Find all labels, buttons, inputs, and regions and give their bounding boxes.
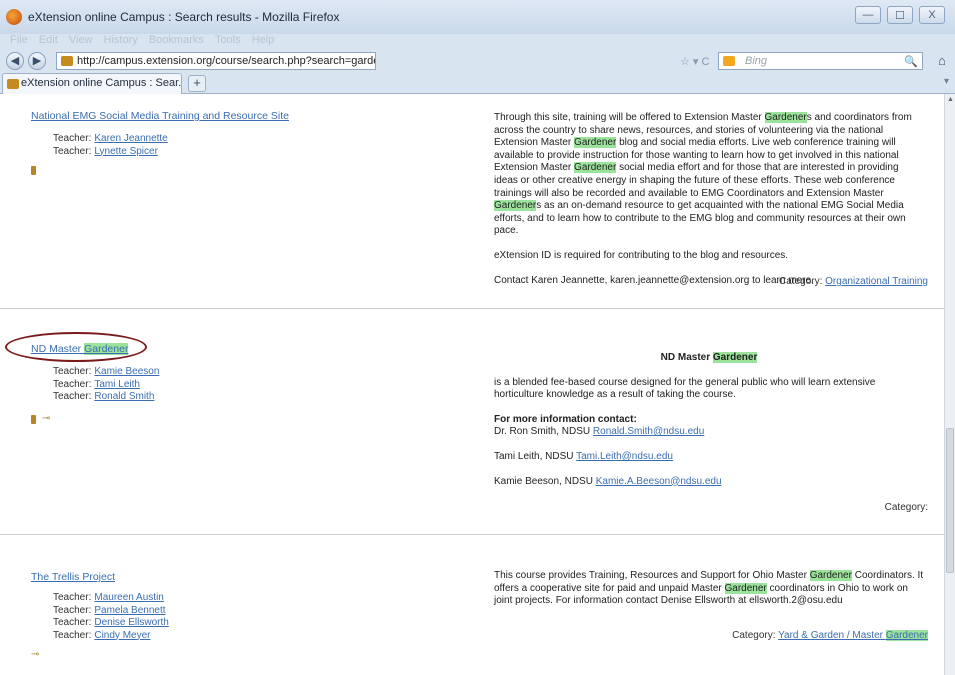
teacher-link[interactable]: Tami Leith bbox=[94, 379, 140, 390]
description-heading: ND Master Gardener bbox=[660, 352, 758, 363]
teacher-link[interactable]: Lynette Spicer bbox=[94, 146, 158, 157]
title-bar: eXtension online Campus : Search results… bbox=[0, 0, 955, 34]
contact-heading: For more information contact: bbox=[494, 413, 637, 425]
teacher-row: Teacher: Denise Ellsworth bbox=[53, 617, 169, 628]
course-title-link[interactable]: National EMG Social Media Training and R… bbox=[31, 110, 289, 122]
new-tab-button[interactable]: + bbox=[188, 75, 206, 92]
guest-access-icon bbox=[31, 166, 36, 175]
divider bbox=[0, 534, 944, 535]
firefox-icon bbox=[6, 9, 22, 25]
menu-tools[interactable]: Tools bbox=[215, 34, 241, 46]
menu-help[interactable]: Help bbox=[252, 34, 275, 46]
menu-bar: File Edit View History Bookmarks Tools H… bbox=[0, 34, 955, 50]
close-button[interactable]: X bbox=[919, 6, 945, 24]
guest-access-icon bbox=[31, 414, 36, 424]
site-favicon-icon bbox=[61, 56, 73, 66]
forward-button[interactable]: ▶ bbox=[28, 52, 46, 70]
key-icon: ⊸ bbox=[42, 413, 51, 424]
description-paragraph: This course provides Training, Resources… bbox=[494, 570, 924, 607]
course-access-icons: ⊸ bbox=[31, 650, 39, 660]
course-access-icons: ⊸ bbox=[31, 414, 50, 424]
course-category: Category: Organizational Training bbox=[779, 276, 928, 287]
email-link[interactable]: Tami.Leith@ndsu.edu bbox=[576, 451, 673, 462]
window-title: eXtension online Campus : Search results… bbox=[28, 10, 340, 24]
teacher-link[interactable]: Pamela Bennett bbox=[94, 605, 165, 616]
description-summary: is a blended fee-based course designed f… bbox=[494, 376, 876, 401]
tab-search-results[interactable]: eXtension online Campus : Sear... bbox=[2, 73, 182, 94]
teacher-row: Teacher: Tami Leith bbox=[53, 378, 140, 390]
teacher-link[interactable]: Kamie Beeson bbox=[94, 366, 159, 377]
teacher-row: Teacher: Ronald Smith bbox=[53, 391, 155, 402]
search-placeholder: Bing bbox=[745, 55, 768, 67]
teacher-row: Teacher: Pamela Bennett bbox=[53, 604, 166, 616]
navigation-bar: ◀ ▶ http://campus.extension.org/course/s… bbox=[0, 50, 955, 72]
teacher-row: Teacher: Lynette Spicer bbox=[53, 146, 168, 159]
email-link[interactable]: Ronald.Smith@ndsu.edu bbox=[593, 426, 704, 437]
contact-row: Dr. Ron Smith, NDSU Ronald.Smith@ndsu.ed… bbox=[494, 426, 705, 438]
description-note: eXtension ID is required for contributin… bbox=[494, 249, 789, 261]
search-icon[interactable]: 🔍 bbox=[904, 54, 918, 70]
home-icon[interactable]: ⌂ bbox=[938, 53, 946, 68]
course-category: Category: Yard & Garden / Master Gardene… bbox=[732, 630, 928, 641]
back-button[interactable]: ◀ bbox=[6, 52, 24, 70]
tab-bar: eXtension online Campus : Sear... + ▾ bbox=[0, 72, 955, 94]
category-link[interactable]: Yard & Garden / Master Gardener bbox=[778, 630, 928, 641]
teacher-label: Teacher: bbox=[53, 145, 92, 157]
teacher-list: Teacher: Maureen Austin Teacher: Pamela Be… bbox=[53, 592, 169, 642]
teacher-link[interactable]: Karen Jeannette bbox=[94, 133, 167, 144]
divider bbox=[0, 308, 944, 309]
teacher-link[interactable]: Denise Ellsworth bbox=[94, 617, 168, 628]
teacher-row: Teacher: Kamie Beeson bbox=[53, 366, 160, 377]
url-bar[interactable]: http://campus.extension.org/course/searc… bbox=[56, 52, 376, 70]
tab-label: eXtension online Campus : Sear... bbox=[21, 77, 182, 89]
teacher-row: Teacher: Karen Jeannette bbox=[53, 133, 168, 146]
maximize-button[interactable]: ☐ bbox=[887, 6, 913, 24]
menu-history[interactable]: History bbox=[104, 34, 138, 46]
scroll-up-arrow-icon[interactable]: ▲ bbox=[945, 94, 955, 106]
contact-row: Tami Leith, NDSU Tami.Leith@ndsu.edu bbox=[494, 450, 673, 462]
menu-bookmarks[interactable]: Bookmarks bbox=[149, 34, 204, 46]
course-access-icons bbox=[31, 166, 36, 175]
scroll-thumb[interactable] bbox=[946, 428, 954, 573]
tab-list-chevron-icon[interactable]: ▾ bbox=[944, 76, 949, 87]
menu-edit[interactable]: Edit bbox=[39, 34, 58, 46]
category-link[interactable]: Organizational Training bbox=[825, 276, 928, 287]
page-content: National EMG Social Media Training and R… bbox=[0, 94, 944, 675]
key-icon: ⊸ bbox=[31, 649, 40, 660]
description-paragraph: Through this site, training will be offe… bbox=[494, 112, 912, 237]
menu-view[interactable]: View bbox=[69, 34, 93, 46]
course-category: Category: bbox=[884, 502, 928, 513]
email-link[interactable]: Kamie.A.Beeson@ndsu.edu bbox=[596, 476, 722, 487]
search-input[interactable]: Bing 🔍 bbox=[718, 52, 923, 70]
window-controls: — ☐ X bbox=[855, 6, 945, 24]
teacher-link[interactable]: Maureen Austin bbox=[94, 592, 164, 603]
reload-controls[interactable]: ☆ ▾ C bbox=[680, 55, 709, 68]
url-text: http://campus.extension.org/course/searc… bbox=[77, 55, 376, 67]
contact-row: Kamie Beeson, NDSU Kamie.A.Beeson@ndsu.e… bbox=[494, 475, 722, 487]
teacher-list: Teacher: Karen Jeannette Teacher: Lynette … bbox=[53, 133, 168, 158]
menu-file[interactable]: File bbox=[10, 34, 28, 46]
teacher-link[interactable]: Cindy Meyer bbox=[94, 630, 150, 641]
minimize-button[interactable]: — bbox=[855, 6, 881, 24]
course-description: This course provides Training, Resources… bbox=[494, 570, 924, 620]
tab-favicon-icon bbox=[7, 79, 19, 89]
teacher-label: Teacher: bbox=[53, 133, 92, 144]
blank-image-area bbox=[222, 343, 374, 512]
course-title-link[interactable]: The Trellis Project bbox=[31, 571, 115, 583]
teacher-row: Teacher: Maureen Austin bbox=[53, 592, 164, 603]
bing-icon bbox=[723, 56, 735, 66]
course-description: Through this site, training will be offe… bbox=[494, 112, 924, 299]
vertical-scrollbar[interactable]: ▲ bbox=[944, 94, 955, 675]
circle-annotation bbox=[5, 332, 147, 362]
teacher-row: Teacher: Cindy Meyer bbox=[53, 629, 151, 641]
teacher-link[interactable]: Ronald Smith bbox=[94, 391, 154, 402]
teacher-list: Teacher: Kamie Beeson Teacher: Tami Leith … bbox=[53, 366, 159, 404]
course-description: ND Master Gardener is a blended fee-base… bbox=[494, 352, 924, 500]
